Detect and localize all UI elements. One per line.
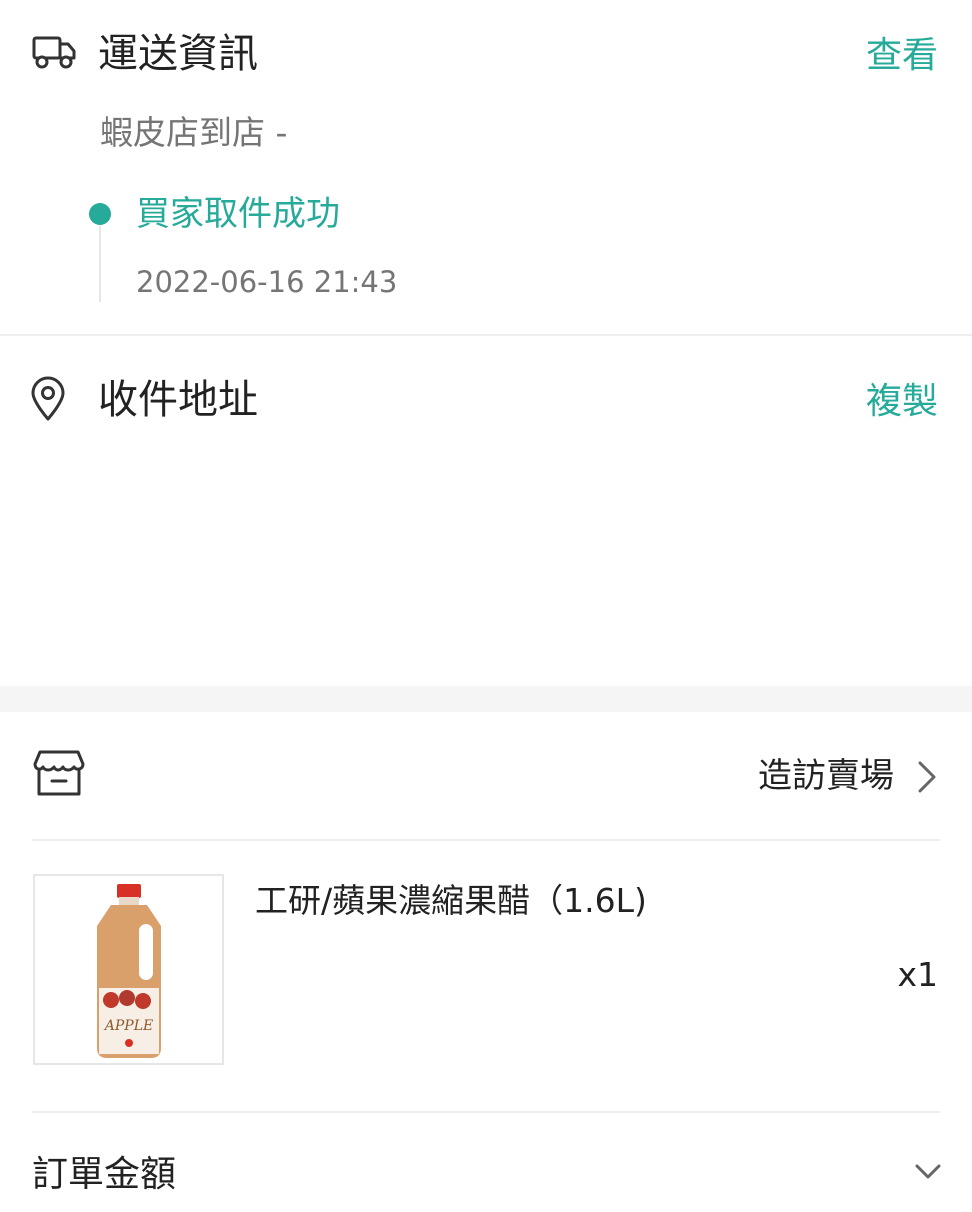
shipping-title: 運送資訊 <box>98 31 258 77</box>
timeline-line <box>99 226 101 302</box>
shipping-status-time: 2022-06-16 21:43 <box>136 265 398 299</box>
chevron-right-icon[interactable] <box>914 760 938 794</box>
divider <box>32 839 940 841</box>
product-image[interactable]: APPLE <box>33 874 224 1065</box>
copy-address-button[interactable]: 複製 <box>866 378 938 426</box>
divider <box>0 334 972 336</box>
svg-text:APPLE: APPLE <box>103 1018 153 1034</box>
visit-shop-link[interactable]: 造訪賣場 <box>758 752 894 800</box>
divider <box>32 1111 940 1113</box>
shipping-status: 買家取件成功 <box>136 194 340 234</box>
product-quantity: x1 <box>897 955 938 994</box>
order-total-label[interactable]: 訂單金額 <box>32 1150 176 1200</box>
timeline-dot <box>89 203 111 225</box>
shipping-method: 蝦皮店到店 - <box>100 113 288 152</box>
truck-icon <box>32 34 76 70</box>
section-separator <box>0 686 972 712</box>
chevron-down-icon[interactable] <box>914 1160 942 1182</box>
view-shipping-link[interactable]: 查看 <box>866 32 938 80</box>
store-icon <box>32 748 86 798</box>
address-title: 收件地址 <box>98 377 258 423</box>
product-name[interactable]: 工研/蘋果濃縮果醋（1.6L) <box>255 878 647 924</box>
location-pin-icon <box>30 376 66 422</box>
